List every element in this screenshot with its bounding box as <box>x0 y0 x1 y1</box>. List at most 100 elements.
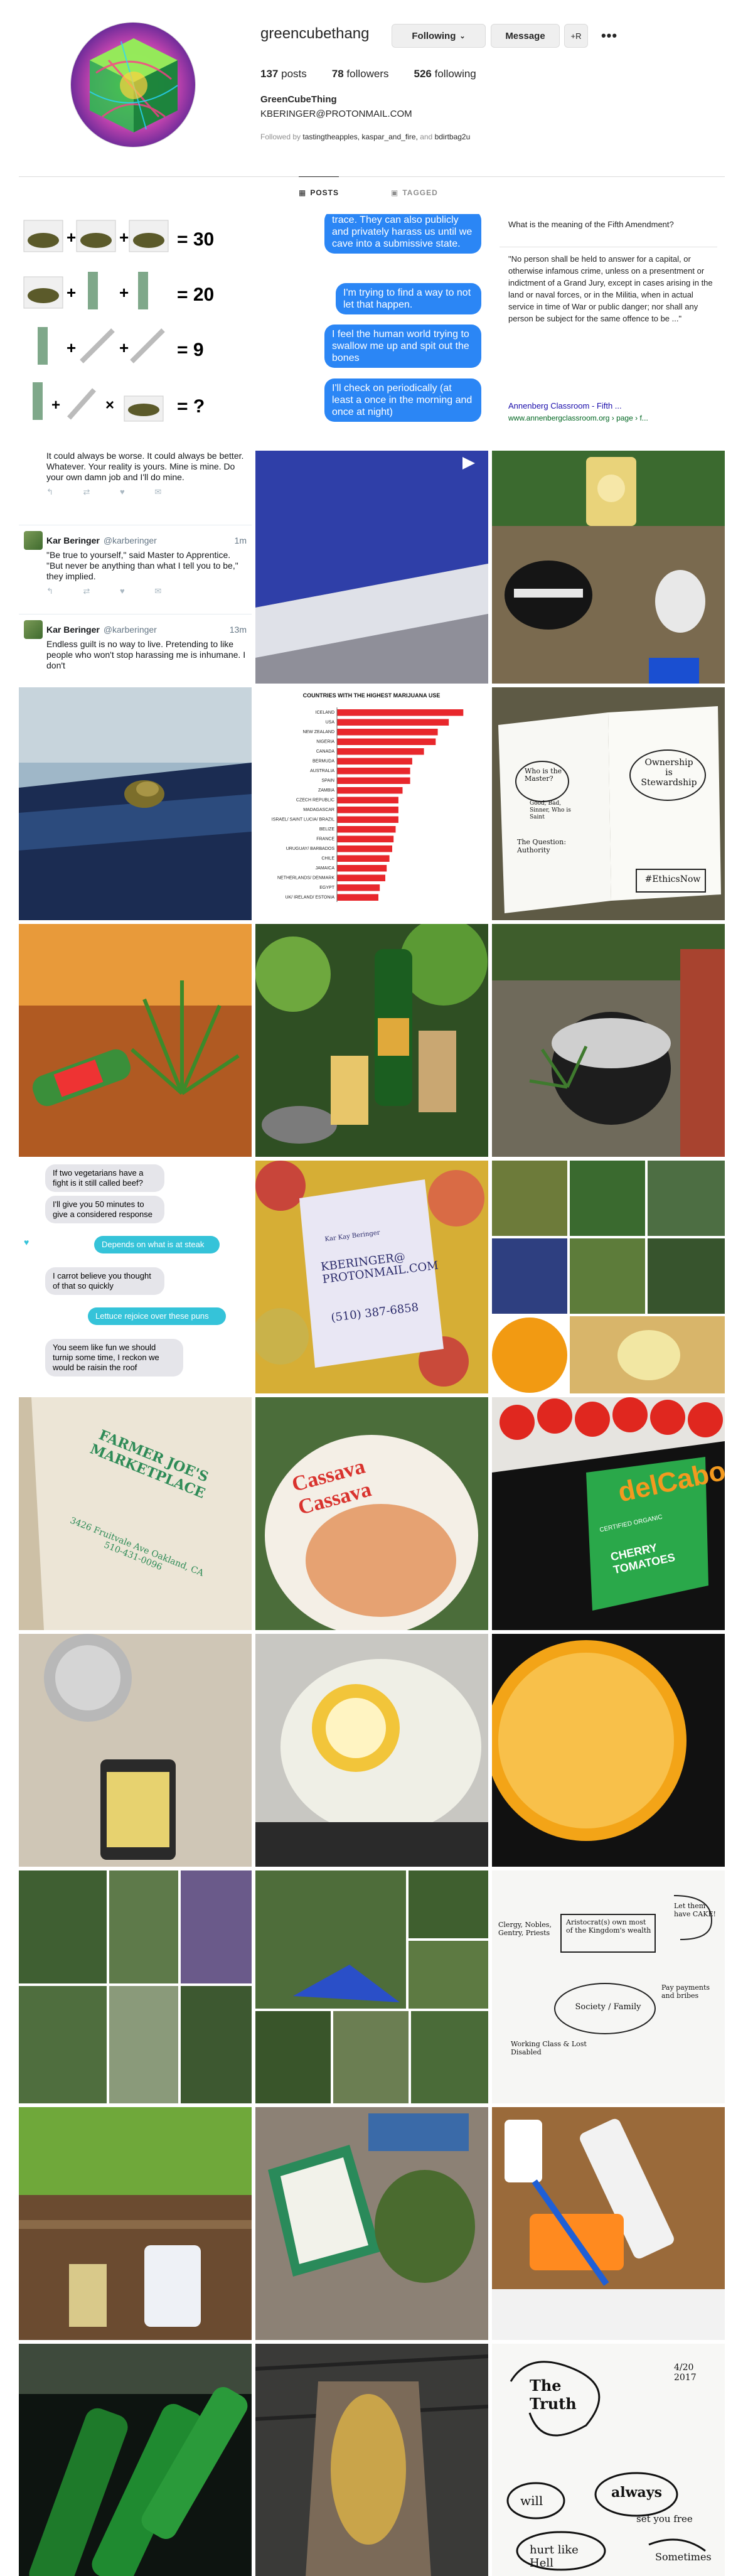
tabs-divider <box>19 176 725 177</box>
message-bubble: I'll check on periodically (at least a o… <box>324 378 481 422</box>
following-count[interactable]: 526 following <box>414 68 476 80</box>
chevron-down-icon: ⌄ <box>459 32 466 40</box>
green-bottles-photo <box>19 2344 252 2576</box>
post-tile[interactable] <box>19 1634 252 1867</box>
suggested-accounts-button[interactable]: +R <box>564 24 588 48</box>
tab-posts[interactable]: ▦ POSTS <box>299 176 339 208</box>
canned-food-photo <box>19 1634 252 1867</box>
post-tile[interactable] <box>255 1634 488 1867</box>
sketch-text: 4/20 2017 <box>674 2363 697 2383</box>
tweet: Kar Beringer @karberinger 1m "Be true to… <box>24 531 247 596</box>
chart-category-label: USA <box>326 721 335 725</box>
post-tile[interactable]: Aristocrat(s) own most of the Kingdom's … <box>492 1870 725 2103</box>
notebook-sketch-photo <box>492 687 725 920</box>
following-button-label: Following <box>412 30 456 41</box>
avatar[interactable] <box>70 22 196 148</box>
add-person-icon: +R <box>570 31 582 41</box>
puzzle-result-3: = 9 <box>177 340 204 360</box>
chart-category-label: URUGUAY/ BARBADOS <box>286 847 335 851</box>
sketch-text: Good, Bad, Sinner, Who is Saint <box>530 800 571 820</box>
sketch-text: hurt like Hell <box>530 2543 579 2570</box>
post-tile[interactable] <box>255 924 488 1157</box>
message-bubble: I'm trying to find a way to not let that… <box>336 283 481 314</box>
message-button[interactable]: Message <box>491 24 560 48</box>
chart-category-label: NETHERLANDS/ DENMARK <box>277 876 334 881</box>
marijuana-use-chart: COUNTRIES WITH THE HIGHEST MARIJUANA USE… <box>255 687 488 920</box>
snippet-link[interactable]: Annenberg Classroom - Fifth ... <box>508 401 717 411</box>
chart-category-label: JAMAICA <box>316 866 335 871</box>
chart-category-label: NEW ZEALAND <box>302 730 334 734</box>
post-tile[interactable]: Cassava Cassava <box>255 1397 488 1630</box>
post-tile[interactable] <box>492 924 725 1157</box>
plant-and-bottle-photo <box>19 924 252 1157</box>
tab-tagged[interactable]: ▣ TAGGED <box>391 177 438 208</box>
math-puzzle-image: + + = 30 + + = 20 + + = 9 + × = ? <box>19 214 252 447</box>
tweet-text: Endless guilt is no way to live. Pretend… <box>46 639 246 670</box>
sketch-text: Society / Family <box>575 2002 641 2012</box>
puzzle-result-1: = 30 <box>177 229 214 250</box>
chart-bar <box>337 826 396 833</box>
post-tile[interactable] <box>492 1634 725 1867</box>
chart-bar <box>337 816 398 823</box>
message-bubble: You seem like fun we should turnip some … <box>45 1339 183 1377</box>
post-tile[interactable]: COUNTRIES WITH THE HIGHEST MARIJUANA USE… <box>255 687 488 920</box>
post-tile[interactable] <box>19 1870 252 2103</box>
post-tile[interactable]: trace. They can also publicly and privat… <box>255 214 488 447</box>
message-bubble: trace. They can also publicly and privat… <box>324 214 481 254</box>
chart-bar <box>337 729 438 736</box>
sketch-text: The Question: Authority <box>517 838 567 854</box>
chart-category-label: ZAMBIA <box>318 788 334 793</box>
chart-bar <box>337 777 410 784</box>
post-tile[interactable] <box>255 2107 488 2340</box>
sketch-text: always <box>611 2484 662 2501</box>
green-cube-avatar-image <box>71 23 195 147</box>
chart-category-label: NIGERIA <box>316 740 334 744</box>
more-options-icon[interactable]: ••• <box>597 24 621 48</box>
message-bubble: Lettuce rejoice over these puns <box>88 1307 226 1325</box>
chart-bar <box>337 719 449 726</box>
chart-bar <box>337 865 387 872</box>
post-tile[interactable]: FARMER JOE'S MARKETPLACE 3426 Fruitvale … <box>19 1397 252 1630</box>
tweet-actions: ↰ ⇄ ♥ ✉ <box>46 586 176 596</box>
chart-bar <box>337 738 436 745</box>
profile-username: greencubethang <box>260 25 370 42</box>
chart-category-label: BERMUDA <box>313 759 334 764</box>
post-tile[interactable]: Kar Kay Beringer KBERINGER@ PROTONMAIL.C… <box>255 1161 488 1393</box>
chart-bar <box>337 835 394 842</box>
post-tile[interactable] <box>19 2107 252 2340</box>
chart-category-label: UK/ IRELAND/ ESTONIA <box>286 896 335 900</box>
sketch-text: #EthicsNow <box>644 874 701 884</box>
post-tile[interactable]: What is the meaning of the Fifth Amendme… <box>492 214 725 447</box>
tweet-actions: ↰ ⇄ ♥ ✉ <box>46 487 176 496</box>
puzzle-result-2: = 20 <box>177 284 214 305</box>
tweet-text: It could always be worse. It could alway… <box>46 451 244 482</box>
profile-full-name: GreenCubeThing <box>260 94 337 105</box>
post-tile[interactable] <box>19 924 252 1157</box>
post-tile[interactable]: Who is the Master? Good, Bad, Sinner, Wh… <box>492 687 725 920</box>
jar-and-cap-photo <box>492 451 725 684</box>
post-tile[interactable]: The Truth 4/20 2017 will always set you … <box>492 2344 725 2576</box>
followers-count[interactable]: 78 followers <box>332 68 389 80</box>
chart-bar <box>337 807 398 813</box>
sketch-text: Sometimes <box>655 2551 712 2563</box>
tweet-text: "Be true to yourself," said Master to Ap… <box>46 550 238 581</box>
post-tile[interactable]: delCabo CHERRY TOMATOES CERTIFIED ORGANI… <box>492 1397 725 1630</box>
chart-category-label: BELIZE <box>319 827 334 832</box>
post-tile[interactable] <box>255 1870 488 2103</box>
post-tile[interactable]: If two vegetarians have a fight is it st… <box>19 1161 252 1393</box>
followed-by[interactable]: Followed by tastingtheapples, kaspar_and… <box>260 132 470 141</box>
post-tile[interactable] <box>492 1161 725 1393</box>
profile-bio: KBERINGER@PROTONMAIL.COM <box>260 109 412 119</box>
message-button-label: Message <box>505 30 545 41</box>
avatar <box>24 531 43 550</box>
post-tile[interactable] <box>255 2344 488 2576</box>
post-tile[interactable]: It could always be worse. It could alway… <box>19 451 252 684</box>
svg-text:+: + <box>119 283 129 302</box>
post-tile[interactable] <box>19 687 252 920</box>
following-button[interactable]: Following ⌄ <box>392 24 486 48</box>
post-tile[interactable]: + + = 30 + + = 20 + + = 9 + × = ? <box>19 214 252 447</box>
post-tile[interactable] <box>492 2107 725 2340</box>
post-tile[interactable] <box>19 2344 252 2576</box>
post-tile[interactable] <box>492 451 725 684</box>
post-tile[interactable] <box>255 451 488 684</box>
